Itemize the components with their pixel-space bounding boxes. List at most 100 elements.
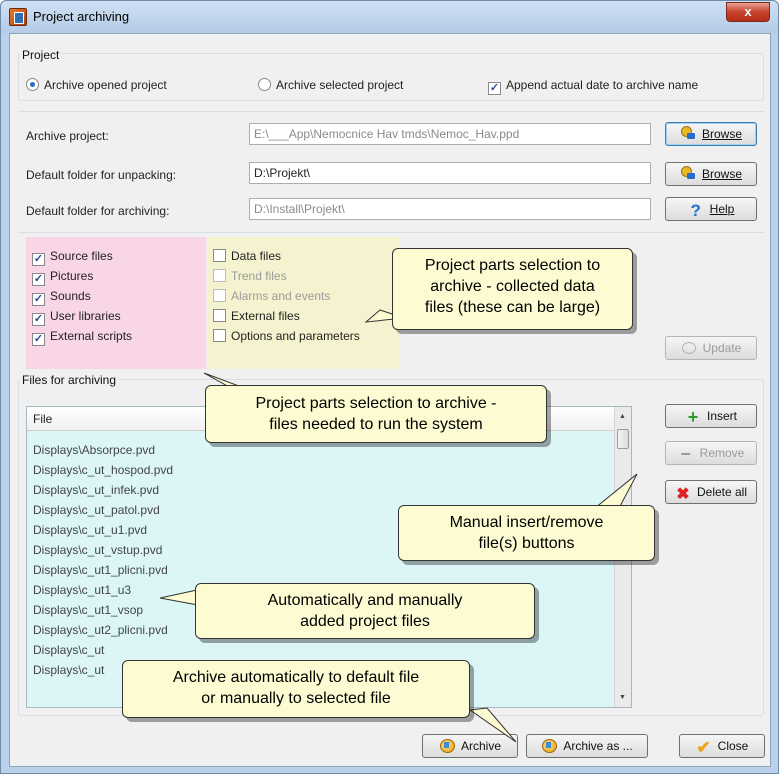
close-label: Close — [717, 739, 749, 753]
list-item[interactable]: Displays\c_ut_u1.pvd — [33, 523, 147, 537]
checkbox-data-files[interactable]: Data files — [213, 246, 360, 266]
check-indicator[interactable]: ✓ — [32, 273, 45, 286]
list-item[interactable]: Displays\c_ut — [33, 643, 104, 657]
list-item[interactable]: Displays\c_ut2_plicni.pvd — [33, 623, 168, 637]
help-icon: ? — [690, 201, 701, 220]
list-item[interactable]: Displays\c_ut_infek.pvd — [33, 483, 159, 497]
list-item[interactable]: Displays\Absorpce.pvd — [33, 443, 155, 457]
radio-selected-indicator[interactable] — [258, 78, 271, 91]
checkbox-label: Sounds — [50, 289, 91, 303]
archiving-folder-label: Default folder for archiving: — [26, 204, 170, 218]
callout-auto-added: Automatically and manually added project… — [195, 583, 535, 639]
check-indicator[interactable] — [213, 309, 226, 322]
plus-icon: + — [687, 407, 699, 427]
help-button[interactable]: ? Help — [665, 197, 757, 221]
checkmark-icon: ✔ — [696, 738, 711, 757]
checkbox-pictures[interactable]: ✓ Pictures — [32, 266, 132, 286]
checkbox-options-parameters[interactable]: Options and parameters — [213, 326, 360, 346]
check-indicator[interactable]: ✓ — [32, 313, 45, 326]
checkbox-label: Pictures — [50, 269, 94, 283]
check-indicator — [213, 269, 226, 282]
delete-all-button[interactable]: ✖ Delete all — [665, 480, 757, 504]
append-date-label: Append actual date to archive name — [506, 78, 699, 92]
radio-archive-selected[interactable]: Archive selected project — [258, 78, 403, 92]
window-close-button[interactable]: x — [726, 2, 770, 22]
checkbox-label: Options and parameters — [231, 329, 360, 343]
close-button[interactable]: ✔ Close — [679, 734, 765, 758]
list-item[interactable]: Displays\c_ut1_plicni.pvd — [33, 563, 168, 577]
append-date-checkbox[interactable]: ✓ Append actual date to archive name — [488, 78, 698, 95]
checkbox-external-scripts[interactable]: ✓ External scripts — [32, 326, 132, 346]
files-group-label: Files for archiving — [20, 373, 119, 387]
archive-icon — [439, 737, 455, 753]
archive-label: Archive — [460, 739, 501, 753]
title-bar[interactable]: Project archiving x — [1, 1, 778, 33]
archive-as-label: Archive as ... — [563, 739, 633, 753]
list-item[interactable]: Displays\c_ut_patol.pvd — [33, 503, 160, 517]
delete-x-icon: ✖ — [676, 486, 690, 503]
scroll-up-arrow-icon[interactable]: ▲ — [619, 413, 626, 420]
insert-label: Insert — [706, 409, 737, 423]
delete-all-label: Delete all — [696, 485, 748, 499]
update-button[interactable]: Update — [665, 336, 757, 360]
callout-needed-files: Project parts selection to archive - fil… — [205, 385, 547, 443]
check-indicator[interactable]: ✓ — [32, 253, 45, 266]
radio-archive-opened[interactable]: Archive opened project — [26, 78, 167, 92]
minus-icon: − — [680, 444, 691, 464]
radio-opened-indicator[interactable] — [26, 78, 39, 91]
browse-icon — [680, 125, 696, 141]
archive-project-field[interactable]: E:\___App\Nemocnice Hav tmds\Nemoc_Hav.p… — [249, 123, 651, 145]
checkbox-label: External files — [231, 309, 300, 323]
callout-insert-remove: Manual insert/remove file(s) buttons — [398, 505, 655, 561]
check-indicator[interactable] — [213, 249, 226, 262]
archive-project-label: Archive project: — [26, 129, 109, 143]
app-icon — [9, 8, 27, 26]
insert-button[interactable]: + Insert — [665, 404, 757, 428]
unpack-folder-label: Default folder for unpacking: — [26, 168, 177, 182]
archive-button[interactable]: Archive — [422, 734, 518, 758]
remove-button[interactable]: − Remove — [665, 441, 757, 465]
update-label: Update — [702, 341, 742, 355]
scroll-down-arrow-icon[interactable]: ▼ — [619, 694, 626, 701]
archive-as-button[interactable]: Archive as ... — [526, 734, 648, 758]
callout-archive-how: Archive automatically to default file or… — [122, 660, 470, 718]
checkbox-label: Source files — [50, 249, 113, 263]
checkbox-label: External scripts — [50, 329, 133, 343]
browse-label: Browse — [701, 167, 742, 181]
checkbox-external-files[interactable]: External files — [213, 306, 360, 326]
browse-archive-project-button[interactable]: Browse — [665, 122, 757, 146]
checkbox-label: Trend files — [231, 269, 287, 283]
checkbox-sounds[interactable]: ✓ Sounds — [32, 286, 132, 306]
radio-selected-label: Archive selected project — [276, 78, 404, 92]
check-indicator[interactable]: ✓ — [32, 333, 45, 346]
checkbox-label: Alarms and events — [231, 289, 331, 303]
checkbox-source-files[interactable]: ✓ Source files — [32, 246, 132, 266]
list-item[interactable]: Displays\c_ut1_vsop — [33, 603, 143, 617]
list-item[interactable]: Displays\c_ut — [33, 663, 104, 677]
list-item[interactable]: Displays\c_ut_vstup.pvd — [33, 543, 162, 557]
update-icon — [681, 339, 697, 355]
list-item[interactable]: Displays\c_ut_hospod.pvd — [33, 463, 173, 477]
unpack-folder-field[interactable]: D:\Projekt\ — [249, 162, 651, 184]
checkbox-trend-files: Trend files — [213, 266, 360, 286]
check-indicator[interactable]: ✓ — [32, 293, 45, 306]
required-parts-list: ✓ Source files ✓ Pictures ✓ Sounds ✓ User li… — [32, 246, 132, 346]
check-indicator[interactable] — [213, 329, 226, 342]
checkbox-user-libraries[interactable]: ✓ User libraries — [32, 306, 132, 326]
checkbox-label: User libraries — [50, 309, 121, 323]
browse-unpack-folder-button[interactable]: Browse — [665, 162, 757, 186]
separator — [18, 232, 764, 233]
archiving-folder-field[interactable]: D:\Install\Projekt\ — [249, 198, 651, 220]
separator — [18, 111, 764, 112]
check-indicator — [213, 289, 226, 302]
list-item[interactable]: Displays\c_ut1_u3 — [33, 583, 131, 597]
window-title: Project archiving — [33, 9, 130, 24]
project-group-label: Project — [20, 48, 62, 62]
append-date-check-indicator[interactable]: ✓ — [488, 82, 501, 95]
browse-label: Browse — [701, 127, 742, 141]
help-label: Help — [709, 202, 735, 216]
radio-opened-label: Archive opened project — [44, 78, 167, 92]
data-parts-list: Data files Trend files Alarms and events… — [213, 246, 360, 346]
scrollbar-thumb[interactable] — [617, 429, 629, 449]
callout-data-files: Project parts selection to archive - col… — [392, 248, 633, 330]
